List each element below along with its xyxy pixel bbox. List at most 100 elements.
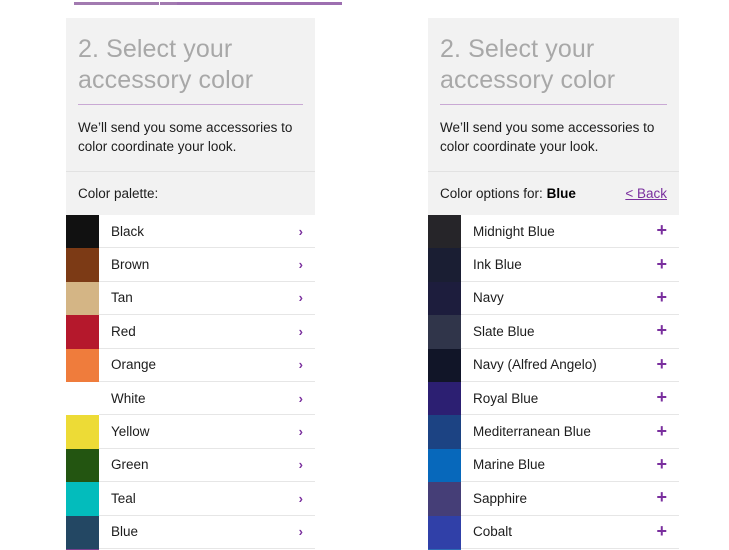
color-row-body[interactable]: Royal Blue + <box>461 382 679 416</box>
panel-description: We’ll send you some accessories to color… <box>78 120 293 154</box>
color-name: Marine Blue <box>473 457 546 473</box>
tab-underline-1 <box>74 2 159 5</box>
color-row-body[interactable]: Brown › <box>99 248 315 282</box>
color-row-body[interactable]: Navy + <box>461 282 679 316</box>
color-palette-subheader: Color palette: <box>78 172 303 215</box>
color-row[interactable]: Ink Blue + <box>428 248 679 282</box>
color-row-body[interactable]: Green › <box>99 449 315 483</box>
plus-icon[interactable]: + <box>650 355 667 373</box>
chevron-right-icon[interactable]: › <box>293 258 303 271</box>
color-swatch <box>428 482 461 516</box>
color-row-body[interactable]: Midnight Blue + <box>461 215 679 249</box>
color-row[interactable]: Slate Blue + <box>428 315 679 349</box>
color-swatch <box>66 348 99 382</box>
color-palette-list: Black › Brown › Tan › Red › Orange › White › Yellow ›… <box>66 215 315 549</box>
color-row[interactable]: Black › <box>66 215 315 249</box>
color-swatch <box>66 381 99 416</box>
plus-icon[interactable]: + <box>650 455 667 473</box>
plus-icon[interactable]: + <box>650 321 667 339</box>
color-swatch <box>428 381 461 416</box>
color-row[interactable]: Navy (Alfred Angelo) + <box>428 348 679 382</box>
page-title: 2. Select your accessory color <box>78 35 254 94</box>
color-row-body[interactable]: Navy (Alfred Angelo) + <box>461 349 679 382</box>
color-row[interactable]: Navy + <box>428 281 679 316</box>
color-name: Navy <box>473 290 504 306</box>
color-options-prefix: Color options for: <box>440 186 543 201</box>
color-row-body[interactable]: Sapphire + <box>461 482 679 516</box>
color-row[interactable]: Sapphire + <box>428 482 679 516</box>
color-row-body[interactable]: Teal › <box>99 482 315 516</box>
chevron-right-icon[interactable]: › <box>293 458 303 471</box>
color-name: Orange <box>111 357 157 373</box>
color-name: Green <box>111 457 149 473</box>
color-row[interactable]: Marine Blue + <box>428 448 679 483</box>
color-row[interactable]: Red › <box>66 315 315 349</box>
color-row-body[interactable]: Slate Blue + <box>461 315 679 349</box>
color-name: Tan <box>111 290 133 306</box>
color-swatch <box>428 248 461 282</box>
color-options-label: Color options for: Blue <box>440 186 576 201</box>
color-swatch <box>66 281 99 316</box>
chevron-right-icon[interactable]: › <box>293 358 303 371</box>
color-swatch <box>66 448 99 483</box>
color-swatch <box>428 281 461 316</box>
plus-icon[interactable]: + <box>650 221 667 239</box>
color-row-body[interactable]: Black › <box>99 215 315 249</box>
color-row[interactable]: Midnight Blue + <box>428 215 679 249</box>
color-row-body[interactable]: Marine Blue + <box>461 449 679 483</box>
color-name: Red <box>111 323 136 339</box>
color-row[interactable]: Orange › <box>66 348 315 382</box>
color-row[interactable]: Cobalt + <box>428 515 679 549</box>
color-row[interactable]: Royal Blue + <box>428 381 679 416</box>
plus-icon[interactable]: + <box>650 522 667 540</box>
plus-icon[interactable]: + <box>650 422 667 440</box>
chevron-right-icon[interactable]: › <box>293 392 303 405</box>
color-name: Brown <box>111 257 150 273</box>
color-row[interactable]: Teal › <box>66 482 315 516</box>
color-row[interactable]: White › <box>66 381 315 416</box>
color-row[interactable]: Mediterranean Blue + <box>428 415 679 449</box>
color-name: Cobalt <box>473 524 513 540</box>
color-palette-label: Color palette: <box>78 186 159 201</box>
color-row-body[interactable]: Blue › <box>99 516 315 549</box>
color-row-body[interactable]: White › <box>99 382 315 416</box>
chevron-right-icon[interactable]: › <box>293 225 303 238</box>
color-row[interactable]: Blue › <box>66 515 315 549</box>
color-name: Mediterranean Blue <box>473 424 591 440</box>
color-swatch <box>428 515 461 549</box>
color-row[interactable]: Tan › <box>66 281 315 316</box>
color-row-body[interactable]: Yellow › <box>99 415 315 449</box>
color-row-body[interactable]: Orange › <box>99 349 315 382</box>
tab-underline-strip <box>0 0 729 6</box>
plus-icon[interactable]: + <box>650 288 667 306</box>
color-row[interactable]: Yellow › <box>66 415 315 449</box>
color-name: Blue <box>111 524 139 540</box>
page-root: 2. Select your accessory color We’ll sen… <box>0 0 729 550</box>
panel-description-right: We’ll send you some accessories to color… <box>440 120 655 154</box>
color-name: Navy (Alfred Angelo) <box>473 357 597 373</box>
plus-icon[interactable]: + <box>650 488 667 506</box>
color-row-body[interactable]: Cobalt + <box>461 516 679 549</box>
color-row[interactable]: Green › <box>66 448 315 483</box>
color-row[interactable]: Brown › <box>66 248 315 282</box>
color-row-body[interactable]: Mediterranean Blue + <box>461 415 679 449</box>
left-panel-header: 2. Select your accessory color We’ll sen… <box>66 18 315 215</box>
color-name: Slate Blue <box>473 323 535 339</box>
color-swatch <box>428 348 461 382</box>
color-swatch <box>66 515 99 549</box>
color-row-body[interactable]: Ink Blue + <box>461 248 679 282</box>
chevron-right-icon[interactable]: › <box>293 425 303 438</box>
color-name: Black <box>111 223 145 239</box>
back-link[interactable]: < Back <box>625 186 667 201</box>
color-name: Yellow <box>111 424 150 440</box>
plus-icon[interactable]: + <box>650 388 667 406</box>
chevron-right-icon[interactable]: › <box>293 325 303 338</box>
color-row-body[interactable]: Tan › <box>99 282 315 316</box>
chevron-right-icon[interactable]: › <box>293 525 303 538</box>
color-row-body[interactable]: Red › <box>99 315 315 349</box>
chevron-right-icon[interactable]: › <box>293 492 303 505</box>
plus-icon[interactable]: + <box>650 255 667 273</box>
color-swatch <box>66 482 99 516</box>
chevron-right-icon[interactable]: › <box>293 291 303 304</box>
color-name: Ink Blue <box>473 257 522 273</box>
